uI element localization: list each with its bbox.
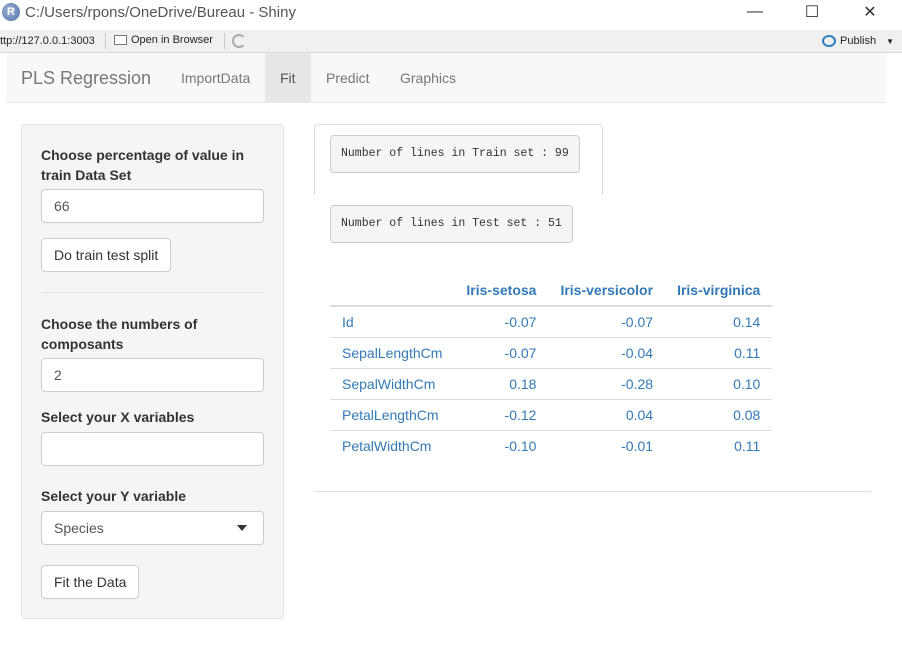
open-in-browser-label: Open in Browser xyxy=(131,34,213,46)
table-cell: -0.28 xyxy=(548,367,666,399)
publish-label: Publish xyxy=(840,35,877,47)
viewer-toolbar: ttp://127.0.0.1:3003 Open in Browser Pub… xyxy=(0,30,902,53)
x-variables-label: Select your X variables xyxy=(41,409,195,425)
coefficients-table: Iris-setosa Iris-versicolor Iris-virgini… xyxy=(330,274,773,461)
table-row: PetalLengthCm -0.12 0.04 0.08 xyxy=(330,398,773,430)
toolbar-divider xyxy=(105,33,106,49)
table-cell: 0.08 xyxy=(665,398,773,430)
table-row: PetalWidthCm -0.10 -0.01 0.11 xyxy=(330,429,773,461)
y-variable-value: Species xyxy=(54,520,104,536)
table-cell: 0.10 xyxy=(665,367,773,399)
table-cell: 0.11 xyxy=(665,336,773,368)
train-percentage-input[interactable]: 66 xyxy=(41,189,264,223)
components-input[interactable]: 2 xyxy=(41,358,264,392)
components-label: Choose the numbers of composants xyxy=(41,316,198,352)
table-header-cell: Iris-versicolor xyxy=(548,274,666,307)
row-label: PetalLengthCm xyxy=(330,398,455,430)
table-cell: -0.07 xyxy=(548,305,666,337)
tab-importdata[interactable]: ImportData xyxy=(166,53,265,103)
x-variables-select[interactable] xyxy=(41,432,264,466)
tab-graphics[interactable]: Graphics xyxy=(385,53,471,103)
shiny-app: PLS Regression ImportData Fit Predict Gr… xyxy=(6,53,886,672)
table-cell: -0.01 xyxy=(548,429,666,461)
sidebar-panel: Choose percentage of value in train Data… xyxy=(21,124,284,619)
table-row: SepalWidthCm 0.18 -0.28 0.10 xyxy=(330,367,773,399)
table-cell: -0.07 xyxy=(454,305,549,337)
fit-data-button[interactable]: Fit the Data xyxy=(41,565,140,599)
row-label: PetalWidthCm xyxy=(330,429,455,461)
tab-predict[interactable]: Predict xyxy=(311,53,385,103)
publish-button[interactable]: Publish ▼ xyxy=(822,35,894,47)
navbar: PLS Regression ImportData Fit Predict Gr… xyxy=(6,53,886,103)
navbar-brand: PLS Regression xyxy=(21,68,152,88)
open-in-browser-button[interactable]: Open in Browser xyxy=(114,34,213,46)
chevron-down-icon xyxy=(237,525,247,531)
y-variable-select[interactable]: Species xyxy=(41,511,264,545)
close-button[interactable]: ✕ xyxy=(850,0,890,24)
table-cell: 0.11 xyxy=(665,429,773,461)
table-header-cell: Iris-virginica xyxy=(665,274,773,307)
r-logo-icon: R xyxy=(2,3,20,21)
row-label: Id xyxy=(330,305,455,337)
sidebar-divider xyxy=(41,292,264,293)
window-titlebar: R C:/Users/rpons/OneDrive/Bureau - Shiny… xyxy=(0,0,902,30)
table-cell: -0.04 xyxy=(548,336,666,368)
table-cell: 0.18 xyxy=(454,367,549,399)
y-variable-label: Select your Y variable xyxy=(41,488,187,504)
train-count-output: Number of lines in Train set : 99 xyxy=(330,135,580,173)
train-test-split-button[interactable]: Do train test split xyxy=(41,238,172,272)
publish-icon xyxy=(822,35,836,47)
table-cell: -0.07 xyxy=(454,336,549,368)
table-cell: 0.14 xyxy=(665,305,773,337)
maximize-button[interactable]: ☐ xyxy=(792,0,832,24)
toolbar-divider xyxy=(224,33,225,49)
refresh-icon[interactable] xyxy=(232,34,246,48)
row-label: SepalWidthCm xyxy=(330,367,455,399)
table-cell: -0.12 xyxy=(454,398,549,430)
table-cell: 0.04 xyxy=(548,398,666,430)
table-header-row: Iris-setosa Iris-versicolor Iris-virgini… xyxy=(330,274,773,307)
table-cell: -0.10 xyxy=(454,429,549,461)
test-count-output: Number of lines in Test set : 51 xyxy=(330,205,573,243)
table-row: Id -0.07 -0.07 0.14 xyxy=(330,305,773,337)
row-label: SepalLengthCm xyxy=(330,336,455,368)
table-row: SepalLengthCm -0.07 -0.04 0.11 xyxy=(330,336,773,368)
table-header-cell xyxy=(330,274,455,307)
window-title: C:/Users/rpons/OneDrive/Bureau - Shiny xyxy=(25,4,296,21)
browser-window-icon xyxy=(114,35,127,45)
content-divider xyxy=(314,491,871,492)
chevron-down-icon: ▼ xyxy=(886,36,894,46)
url-display: ttp://127.0.0.1:3003 xyxy=(0,35,95,47)
tab-fit[interactable]: Fit xyxy=(265,53,311,103)
minimize-button[interactable]: — xyxy=(735,0,775,24)
table-header-cell: Iris-setosa xyxy=(454,274,549,307)
train-percentage-label: Choose percentage of value in train Data… xyxy=(41,147,245,183)
